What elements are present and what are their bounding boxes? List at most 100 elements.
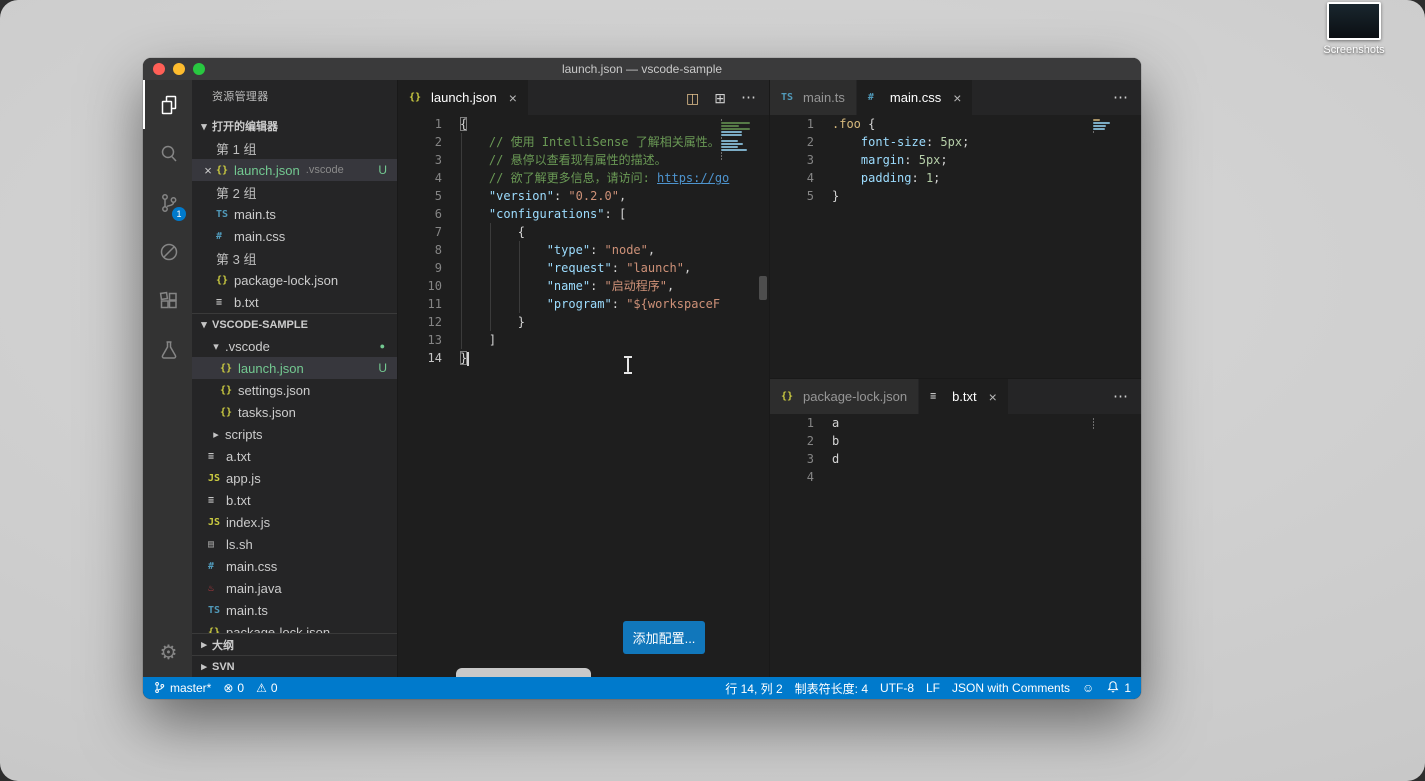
tree-file-ls-sh[interactable]: ▤ ls.sh [192,533,397,555]
code-line[interactable]: 2 // 使用 IntelliSense 了解相关属性。 [398,133,769,151]
encoding[interactable]: UTF-8 [880,681,914,695]
activity-item-explorer[interactable] [143,80,192,129]
tree-file-main-css[interactable]: # main.css [192,555,397,577]
editor-content[interactable]: 1a2b3d 4 [770,414,1141,677]
editor-actions: ⋯ [1113,379,1141,414]
more-actions-icon[interactable]: ⋯ [741,90,757,105]
tab-b-txt[interactable]: ≡ b.txt × [919,379,1009,414]
add-configuration-button[interactable]: 添加配置... [623,621,705,654]
toggle-layout-icon[interactable]: ⊞ [714,91,726,105]
warning-count[interactable]: ⚠ 0 [256,681,277,695]
tree-file-tasks-json[interactable]: {} tasks.json [192,401,397,423]
line-number: 3 [434,153,442,167]
error-icon: ⊗ [223,681,234,695]
activity-item-search[interactable] [143,129,192,178]
tab-package-lock-json[interactable]: {} package-lock.json [770,379,920,414]
error-count[interactable]: ⊗ 0 [223,681,244,695]
workspace-header[interactable]: VSCODE-SAMPLE [192,313,397,335]
code-line[interactable]: 5 "version": "0.2.0", [398,187,769,205]
tree-file-main-ts[interactable]: TS main.ts [192,599,397,621]
zoom-window-button[interactable] [193,63,205,75]
code-line[interactable]: 12 } [398,313,769,331]
screenshots-desktop-icon[interactable]: Screenshots [1311,2,1397,56]
open-editor-item-main-css[interactable]: # main.css [192,225,397,247]
tab-label: main.ts [803,90,845,105]
more-actions-icon[interactable]: ⋯ [1113,90,1129,105]
activity-item-testing[interactable] [143,325,192,374]
open-editor-item-b-txt[interactable]: ≡ b.txt [192,291,397,313]
sidebar-section-[interactable]: 大纲 [192,633,397,655]
code-line[interactable]: 2 font-size: 5px; [770,133,1141,151]
minimize-window-button[interactable] [173,63,185,75]
code-line[interactable]: 9 "request": "launch", [398,259,769,277]
close-window-button[interactable] [153,63,165,75]
open-editors-header[interactable]: 打开的编辑器 [192,115,397,137]
minimap[interactable] [1093,119,1131,133]
code-line[interactable]: 4 padding: 1; [770,169,1141,187]
sidebar-section-svn[interactable]: SVN [192,655,397,677]
code-line[interactable]: 5} [770,187,1141,205]
b-txt-editor-group: {} package-lock.json ≡ b.txt × ⋯ 1 a 2 b 3 d 4 [770,378,1141,677]
activity-item-source-control[interactable]: 1 [143,178,192,227]
tree-file-app-js[interactable]: JS app.js [192,467,397,489]
close-icon[interactable]: × [200,163,216,178]
tab-main-ts[interactable]: TS main.ts [770,80,857,115]
code-line[interactable]: 11 "program": "${workspaceF [398,295,769,313]
code-line[interactable]: 3 margin: 5px; [770,151,1141,169]
eol[interactable]: LF [926,681,940,695]
code-line[interactable]: 1{ [398,115,769,133]
code-line[interactable]: 6 "configurations": [ [398,205,769,223]
tree-file-a-txt[interactable]: ≡ a.txt [192,445,397,467]
activity-item-manage[interactable]: ⚙ [143,628,192,677]
branch-indicator[interactable]: master* [153,681,211,696]
code-line[interactable]: 7 { [398,223,769,241]
code-line[interactable]: 1a [770,414,1141,432]
code-line[interactable]: 8 "type": "node", [398,241,769,259]
code-line[interactable]: 13 ] [398,331,769,349]
tree-folder-scripts[interactable]: scripts [192,423,397,445]
code-line[interactable]: 4 // 欲了解更多信息，请访问: https://go [398,169,769,187]
activity-item-extensions[interactable] [143,276,192,325]
tree-file-b-txt[interactable]: ≡ b.txt [192,489,397,511]
tree-file-launch-json[interactable]: {} launch.json U [192,357,397,379]
tree-file-index-js[interactable]: JS index.js [192,511,397,533]
tab-launch-json[interactable]: {} launch.json × [398,80,529,115]
scrollbar-thumb[interactable] [759,276,767,300]
code-line[interactable]: 14} [398,349,769,367]
activity-item-circle-slash[interactable] [143,227,192,276]
notifications-bell[interactable]: 1 [1106,680,1131,696]
open-editor-item-main-ts[interactable]: TS main.ts [192,203,397,225]
line-number: 5 [806,189,814,203]
tree-folder-vscode[interactable]: .vscode ● [192,335,397,357]
editor-content[interactable]: 1{2 // 使用 IntelliSense 了解相关属性。 3 // 悬停以查看… [398,115,769,677]
branch-indicator-icon [153,681,166,696]
tree-file-package-lock-json[interactable]: {} package-lock.json [192,621,397,634]
open-editor-item-launch-json[interactable]: ×{} launch.json .vscode U [192,159,397,181]
minimap[interactable] [1093,418,1131,429]
feedback-smiley[interactable]: ☺ [1082,682,1094,694]
tab-size[interactable]: 制表符长度: 4 [795,680,868,697]
title-bar[interactable]: launch.json — vscode-sample [143,58,1141,80]
split-editor-icon[interactable]: ◫ [686,91,699,105]
language-mode[interactable]: JSON with Comments [952,681,1070,695]
minimap[interactable] [721,119,759,160]
editor-content[interactable]: 1 .foo {2 font-size: 5px; 3 margin: 5px; 4 … [770,115,1141,378]
cursor-position[interactable]: 行 14, 列 2 [725,680,782,697]
code-line[interactable]: 3d [770,450,1141,468]
code-line[interactable]: 10 "name": "启动程序", [398,277,769,295]
code-line[interactable]: 1 .foo { [770,115,1141,133]
open-editor-item-package-lock-json[interactable]: {} package-lock.json [192,269,397,291]
code-line[interactable]: 3 // 悬停以查看现有属性的描述。 [398,151,769,169]
tab-main-css[interactable]: # main.css × [856,80,974,115]
close-icon[interactable]: × [989,389,997,405]
css-file-icon: # [216,230,223,242]
code-line[interactable]: 4 [770,468,1141,486]
tree-file-main-java[interactable]: ♨ main.java [192,577,397,599]
text-cursor [467,351,470,366]
code-line[interactable]: 2b [770,432,1141,450]
close-icon[interactable]: × [953,90,961,106]
more-actions-icon[interactable]: ⋯ [1113,389,1129,404]
close-icon[interactable]: × [509,90,517,106]
tree-file-settings-json[interactable]: {} settings.json [192,379,397,401]
txt-file-icon: ≡ [208,450,215,462]
